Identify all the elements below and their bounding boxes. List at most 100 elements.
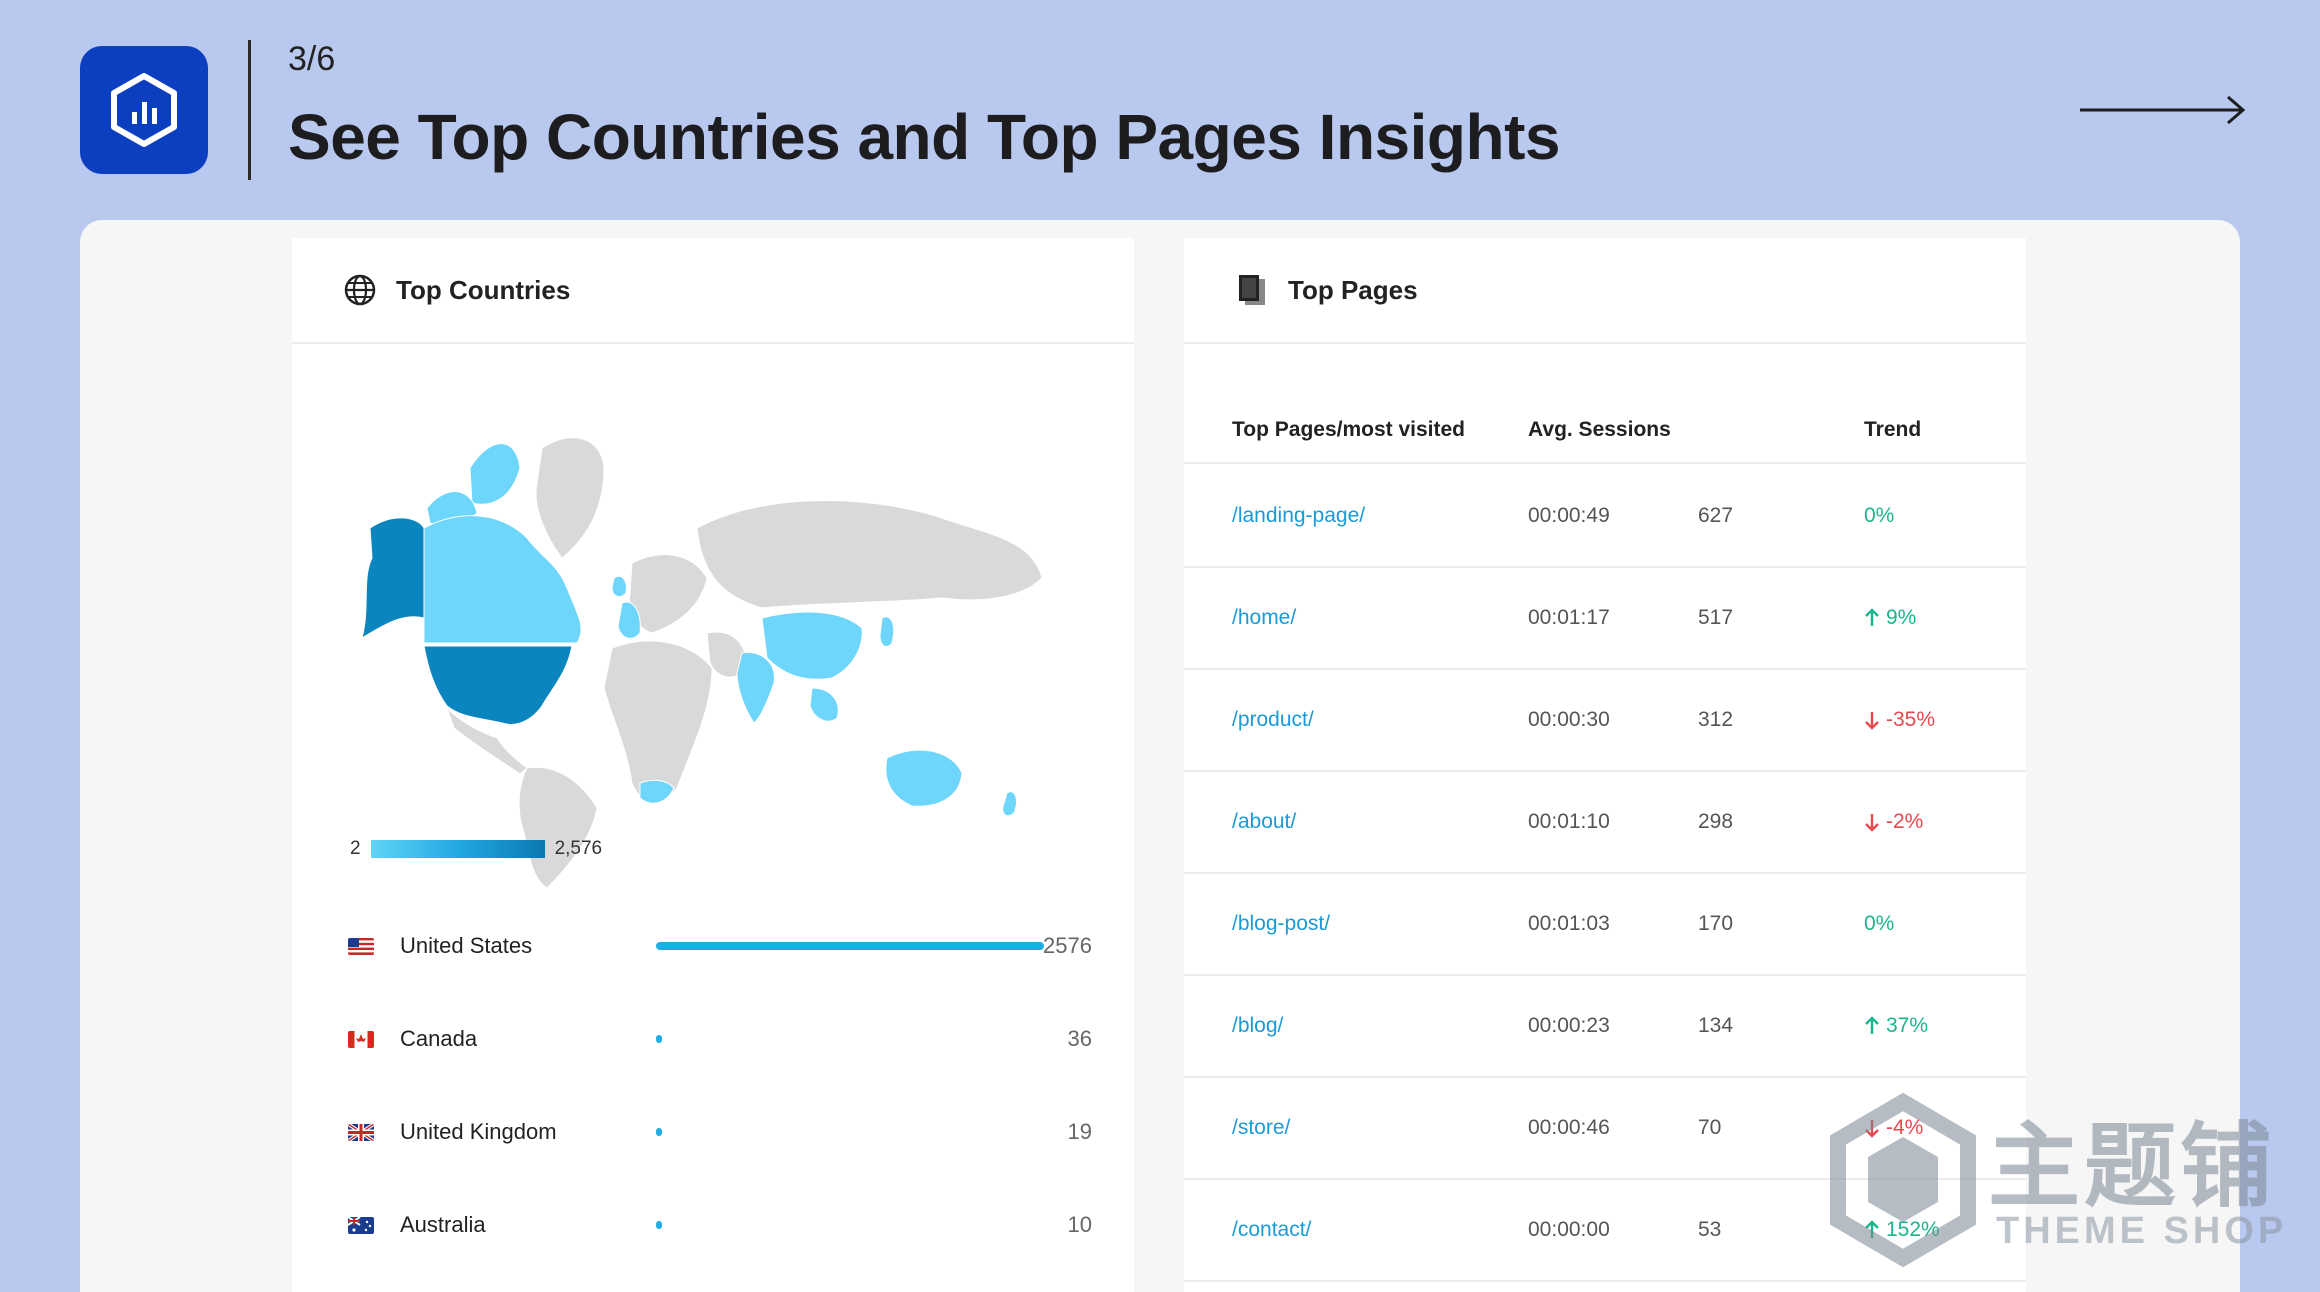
- map-alaska: [361, 517, 425, 640]
- session-count: 170: [1698, 912, 1734, 935]
- page-link[interactable]: /landing-page/: [1232, 504, 1365, 528]
- country-bar-track: [656, 1221, 1044, 1229]
- avg-session-time: 00:00:00: [1528, 1218, 1610, 1241]
- country-bar-track: [656, 1128, 1044, 1136]
- trend-value: 0%: [1864, 912, 1894, 936]
- avg-session-time: 00:01:17: [1528, 606, 1610, 629]
- flag-ca-icon: [348, 1030, 374, 1048]
- map-legend: 2 2,576: [350, 838, 602, 860]
- page-link[interactable]: /blog-post/: [1232, 912, 1330, 936]
- arrow-down-icon: [1865, 814, 1879, 832]
- top-pages-header: Top Pages: [1184, 238, 2026, 344]
- avg-session-time: 00:00:23: [1528, 1014, 1610, 1037]
- country-name: United Kingdom: [400, 1119, 557, 1144]
- table-row[interactable]: /home/00:01:17 517 9%: [1184, 568, 2026, 670]
- page-link[interactable]: /home/: [1232, 606, 1296, 630]
- trend-text: -35%: [1886, 708, 1936, 731]
- country-bar: [656, 1128, 662, 1136]
- table-row[interactable]: /landing-page/00:00:49 627 0%: [1184, 466, 2026, 568]
- avg-session-time: 00:01:03: [1528, 912, 1610, 935]
- top-pages-title: Top Pages: [1288, 274, 1418, 305]
- session-count: 517: [1698, 606, 1734, 629]
- country-bar-track: [656, 942, 1044, 950]
- page-link[interactable]: /about/: [1232, 810, 1296, 834]
- country-bar: [656, 1221, 662, 1229]
- country-name: Canada: [400, 1026, 478, 1051]
- table-row[interactable]: /product/00:00:30 312 -35%: [1184, 670, 2026, 772]
- map-uk: [611, 575, 627, 598]
- map-russia: [696, 500, 1043, 609]
- country-bar: [656, 942, 1044, 950]
- country-value: 10: [1067, 1212, 1092, 1237]
- world-map[interactable]: [342, 388, 1082, 888]
- top-countries-title: Top Countries: [396, 274, 571, 305]
- col-header-sessions[interactable]: Avg. Sessions: [1528, 418, 1671, 442]
- trend-text: 37%: [1886, 1014, 1929, 1037]
- map-greenland: [535, 437, 605, 559]
- watermark-en: THEME SHOP: [1996, 1210, 2288, 1252]
- trend-text: 0%: [1864, 912, 1895, 935]
- map-new-zealand: [1002, 791, 1017, 817]
- table-row[interactable]: /about/00:01:10 298 -2%: [1184, 772, 2026, 874]
- flag-au-icon: [348, 1216, 374, 1234]
- country-row[interactable]: United States 2576: [348, 926, 1092, 966]
- step-indicator: 3/6: [288, 40, 336, 78]
- session-count: 53: [1698, 1218, 1722, 1241]
- map-europe: [628, 554, 708, 634]
- avg-session-time: 00:00:30: [1528, 708, 1610, 731]
- map-south-africa: [639, 779, 675, 804]
- page-title: See Top Countries and Top Pages Insights: [288, 101, 1561, 173]
- trend-value: 9%: [1864, 606, 1916, 630]
- page-link[interactable]: /store/: [1232, 1116, 1290, 1140]
- header-divider: [248, 40, 251, 180]
- trend-value: 37%: [1864, 1014, 1928, 1038]
- country-row[interactable]: Canada 36: [348, 1019, 1092, 1059]
- session-count: 134: [1698, 1014, 1734, 1037]
- table-row[interactable]: /blog/00:00:23 134 37%: [1184, 976, 2026, 1078]
- map-usa: [423, 645, 573, 725]
- page-link[interactable]: /blog/: [1232, 1014, 1283, 1038]
- trend-text: 9%: [1886, 606, 1917, 629]
- map-china: [761, 611, 863, 680]
- globe-icon: [342, 272, 378, 308]
- map-southeast-asia: [809, 687, 839, 722]
- country-value: 2576: [1043, 933, 1092, 958]
- arrow-right-icon[interactable]: [2078, 92, 2248, 128]
- session-count: 312: [1698, 708, 1734, 731]
- col-header-trend[interactable]: Trend: [1864, 418, 1921, 442]
- avg-session-time: 00:00:49: [1528, 504, 1610, 527]
- page-link[interactable]: /contact/: [1232, 1218, 1311, 1242]
- trend-value: -2%: [1864, 810, 1923, 834]
- flag-us-icon: [348, 937, 374, 955]
- table-header: Top Pages/most visited Avg. Sessions Tre…: [1184, 398, 2026, 464]
- map-australia: [885, 749, 963, 807]
- map-africa: [603, 640, 713, 803]
- arrow-up-icon: [1865, 1016, 1879, 1034]
- legend-min: 2: [350, 838, 361, 859]
- session-count: 70: [1698, 1116, 1722, 1139]
- legend-max: 2,576: [554, 838, 603, 859]
- table-row[interactable]: /blog-post/00:01:03 170 0%: [1184, 874, 2026, 976]
- watermark-logo-icon: [1830, 1092, 1976, 1268]
- country-bar: [656, 1035, 662, 1043]
- pages-icon: [1234, 272, 1270, 308]
- map-india: [736, 652, 775, 724]
- arrow-up-icon: [1865, 608, 1879, 626]
- country-row[interactable]: United Kingdom 19: [348, 1112, 1092, 1152]
- col-header-page[interactable]: Top Pages/most visited: [1232, 418, 1465, 442]
- flag-uk-icon: [348, 1123, 374, 1141]
- map-canada-north: [469, 443, 521, 505]
- page-link[interactable]: /product/: [1232, 708, 1314, 732]
- map-south-america: [518, 766, 598, 888]
- legend-gradient: [370, 840, 545, 858]
- trend-text: 0%: [1864, 504, 1895, 527]
- country-value: 36: [1067, 1026, 1092, 1051]
- trend-value: -35%: [1864, 708, 1935, 732]
- country-row[interactable]: Australia 10: [348, 1205, 1092, 1245]
- country-bar-track: [656, 1035, 1044, 1043]
- trend-value: 0%: [1864, 504, 1894, 528]
- session-count: 627: [1698, 504, 1734, 527]
- country-value: 19: [1067, 1119, 1092, 1144]
- country-name: Australia: [400, 1212, 486, 1237]
- map-japan: [879, 616, 895, 647]
